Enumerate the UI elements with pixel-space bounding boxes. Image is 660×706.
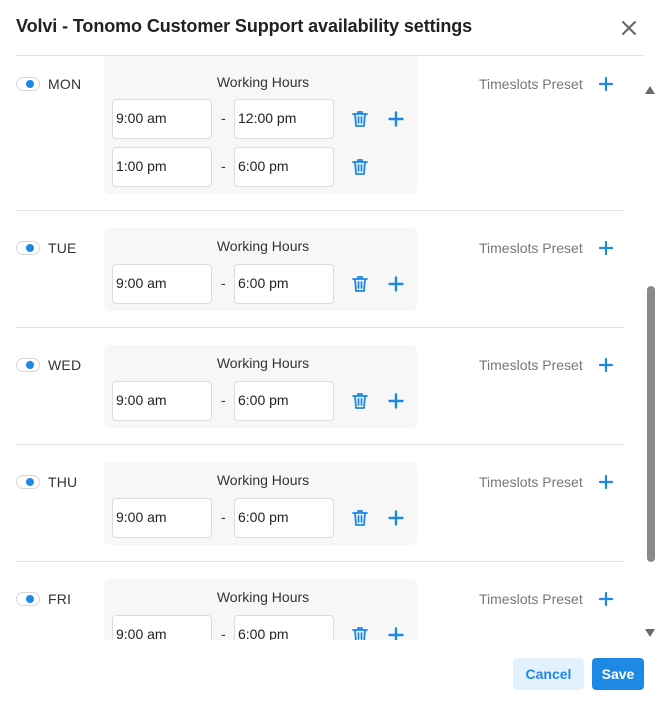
time-range-dash: - — [221, 158, 226, 174]
end-time-input[interactable]: 6:00 pm — [234, 615, 334, 640]
triangle-down-icon[interactable] — [644, 625, 656, 637]
time-range-dash: - — [221, 626, 226, 640]
working-hours-title: Working Hours — [216, 74, 310, 90]
cancel-button[interactable]: Cancel — [513, 658, 584, 690]
timeslots-preset-label: Timeslots Preset — [479, 474, 583, 490]
plus-icon[interactable] — [386, 274, 406, 294]
day-toggle-wed[interactable] — [16, 358, 40, 372]
add-preset-plus-icon[interactable] — [598, 76, 614, 92]
days-scroll-area[interactable]: MON Working Hours 9:00 am - 12:00 pm 1:0… — [0, 56, 660, 640]
working-hours-card: Working Hours 9:00 am - 6:00 pm — [104, 579, 417, 640]
timeslots-preset-label: Timeslots Preset — [479, 591, 583, 607]
trash-icon[interactable] — [350, 391, 370, 411]
working-hours-title: Working Hours — [216, 472, 310, 488]
timeslots-preset-label: Timeslots Preset — [479, 76, 583, 92]
timeslots-preset-label: Timeslots Preset — [479, 357, 583, 373]
working-hours-title: Working Hours — [216, 355, 310, 371]
triangle-up-icon[interactable] — [644, 82, 656, 94]
toggle-knob — [26, 361, 34, 369]
trash-icon[interactable] — [350, 625, 370, 640]
plus-icon[interactable] — [386, 625, 406, 640]
day-toggle-thu[interactable] — [16, 475, 40, 489]
save-button[interactable]: Save — [592, 658, 644, 690]
day-toggle-tue[interactable] — [16, 241, 40, 255]
end-time-input[interactable]: 6:00 pm — [234, 498, 334, 538]
day-row-mon: MON Working Hours 9:00 am - 12:00 pm 1:0… — [16, 56, 625, 211]
day-label: THU — [48, 474, 78, 490]
timeslots-preset-label: Timeslots Preset — [479, 240, 583, 256]
working-hours-card: Working Hours 9:00 am - 6:00 pm — [104, 228, 417, 311]
start-time-input[interactable]: 9:00 am — [112, 264, 212, 304]
trash-icon[interactable] — [350, 274, 370, 294]
trash-icon[interactable] — [350, 508, 370, 528]
working-hours-title: Working Hours — [216, 238, 310, 254]
day-row-tue: TUE Working Hours 9:00 am - 6:00 pm Time… — [16, 211, 625, 328]
scrollbar-thumb[interactable] — [647, 286, 655, 562]
availability-settings-dialog: Volvi - Tonomo Customer Support availabi… — [0, 0, 660, 706]
plus-icon[interactable] — [386, 391, 406, 411]
start-time-input[interactable]: 9:00 am — [112, 498, 212, 538]
trash-icon[interactable] — [350, 109, 370, 129]
toggle-knob — [26, 595, 34, 603]
start-time-input[interactable]: 9:00 am — [112, 381, 212, 421]
working-hours-card: Working Hours 9:00 am - 6:00 pm — [104, 345, 417, 428]
start-time-input[interactable]: 9:00 am — [112, 615, 212, 640]
day-label: FRI — [48, 591, 72, 607]
toggle-knob — [26, 478, 34, 486]
toggle-knob — [26, 244, 34, 252]
day-label: MON — [48, 76, 82, 92]
time-range-dash: - — [221, 275, 226, 291]
day-row-thu: THU Working Hours 9:00 am - 6:00 pm Time… — [16, 445, 625, 562]
working-hours-card: Working Hours 9:00 am - 12:00 pm 1:00 pm… — [104, 56, 417, 194]
working-hours-card: Working Hours 9:00 am - 6:00 pm — [104, 462, 417, 545]
close-icon[interactable] — [618, 17, 640, 39]
start-time-input[interactable]: 9:00 am — [112, 99, 212, 139]
working-hours-title: Working Hours — [216, 589, 310, 605]
day-toggle-mon[interactable] — [16, 77, 40, 91]
toggle-knob — [26, 80, 34, 88]
plus-icon[interactable] — [386, 109, 406, 129]
day-label: WED — [48, 357, 82, 373]
add-preset-plus-icon[interactable] — [598, 591, 614, 607]
end-time-input[interactable]: 12:00 pm — [234, 99, 334, 139]
plus-icon[interactable] — [386, 508, 406, 528]
end-time-input[interactable]: 6:00 pm — [234, 147, 334, 187]
add-preset-plus-icon[interactable] — [598, 240, 614, 256]
dialog-title: Volvi - Tonomo Customer Support availabi… — [16, 16, 473, 36]
end-time-input[interactable]: 6:00 pm — [234, 264, 334, 304]
day-row-fri: FRI Working Hours 9:00 am - 6:00 pm Time… — [16, 562, 625, 640]
time-range-dash: - — [221, 110, 226, 126]
day-toggle-fri[interactable] — [16, 592, 40, 606]
time-range-dash: - — [221, 509, 226, 525]
day-row-wed: WED Working Hours 9:00 am - 6:00 pm Time… — [16, 328, 625, 445]
end-time-input[interactable]: 6:00 pm — [234, 381, 334, 421]
vertical-scrollbar[interactable] — [643, 80, 657, 637]
dialog-header: Volvi - Tonomo Customer Support availabi… — [16, 0, 644, 56]
day-label: TUE — [48, 240, 77, 256]
start-time-input[interactable]: 1:00 pm — [112, 147, 212, 187]
add-preset-plus-icon[interactable] — [598, 474, 614, 490]
add-preset-plus-icon[interactable] — [598, 357, 614, 373]
trash-icon[interactable] — [350, 157, 370, 177]
time-range-dash: - — [221, 392, 226, 408]
